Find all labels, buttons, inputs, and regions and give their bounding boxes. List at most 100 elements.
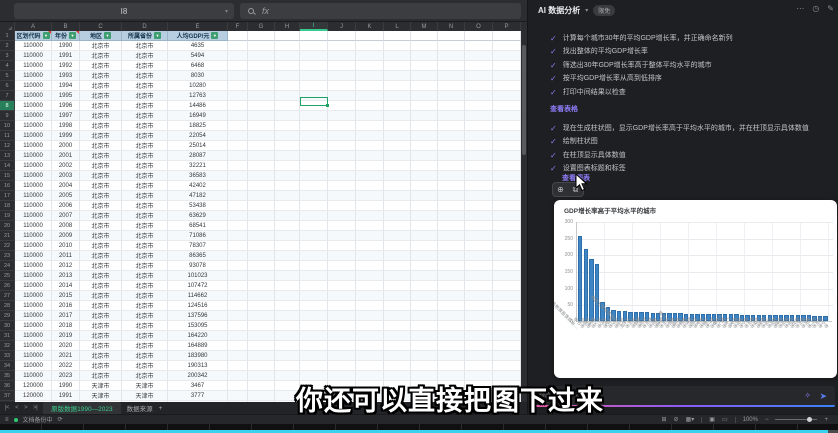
cell[interactable] — [300, 261, 328, 271]
cell[interactable] — [411, 51, 438, 61]
refresh-icon[interactable]: ⟳ — [58, 416, 63, 423]
cell[interactable]: 北京市 — [122, 251, 168, 261]
cell[interactable] — [493, 41, 521, 51]
cell[interactable] — [438, 181, 465, 191]
cell[interactable] — [356, 281, 384, 291]
cell[interactable] — [275, 171, 300, 181]
scrollbar-thumb[interactable] — [522, 45, 526, 155]
cell[interactable] — [465, 131, 493, 141]
cell[interactable] — [384, 171, 411, 181]
cell[interactable]: 86365 — [168, 251, 228, 261]
cell[interactable] — [384, 61, 411, 71]
cell[interactable]: 北京市 — [80, 261, 122, 271]
cell[interactable] — [356, 191, 384, 201]
cell[interactable] — [384, 341, 411, 351]
cell[interactable] — [438, 341, 465, 351]
cell[interactable] — [328, 261, 356, 271]
cell[interactable] — [356, 221, 384, 231]
cell[interactable] — [384, 251, 411, 261]
cell[interactable]: 北京市 — [122, 111, 168, 121]
cell[interactable]: 164220 — [168, 331, 228, 341]
cell[interactable] — [438, 211, 465, 221]
cell[interactable]: 北京市 — [80, 101, 122, 111]
row-header[interactable]: 32 — [0, 341, 15, 351]
cell[interactable] — [300, 301, 328, 311]
cell[interactable] — [248, 31, 275, 41]
cell[interactable]: 110000 — [15, 351, 52, 361]
cell[interactable] — [493, 311, 521, 321]
cell[interactable] — [356, 211, 384, 221]
column-title[interactable]: 年份 ▼ — [52, 31, 80, 41]
cell[interactable]: 北京市 — [122, 51, 168, 61]
cell[interactable] — [328, 341, 356, 351]
cell[interactable]: 2002 — [52, 161, 80, 171]
cell[interactable] — [328, 361, 356, 371]
cell[interactable] — [328, 151, 356, 161]
cell[interactable] — [438, 291, 465, 301]
cell[interactable] — [493, 221, 521, 231]
cell[interactable] — [328, 131, 356, 141]
cell[interactable] — [300, 171, 328, 181]
cell[interactable]: 110000 — [15, 331, 52, 341]
cell[interactable] — [438, 191, 465, 201]
cell[interactable] — [248, 201, 275, 211]
cell[interactable] — [411, 251, 438, 261]
cell[interactable] — [228, 101, 248, 111]
cell[interactable] — [300, 341, 328, 351]
cell[interactable]: 北京市 — [80, 231, 122, 241]
column-header-G[interactable]: G — [248, 22, 275, 31]
cell[interactable]: 北京市 — [122, 331, 168, 341]
cell[interactable] — [228, 121, 248, 131]
cell[interactable] — [356, 61, 384, 71]
cell[interactable]: 北京市 — [80, 51, 122, 61]
cell[interactable] — [411, 231, 438, 241]
row-header[interactable]: 23 — [0, 251, 15, 261]
cell[interactable] — [300, 161, 328, 171]
cell[interactable]: 天津市 — [80, 381, 122, 391]
cell[interactable] — [248, 371, 275, 381]
column-header-E[interactable]: E — [168, 22, 228, 31]
cell[interactable]: 北京市 — [80, 281, 122, 291]
cell[interactable] — [493, 31, 521, 41]
row-header[interactable]: 28 — [0, 301, 15, 311]
cell[interactable] — [384, 161, 411, 171]
cell[interactable] — [248, 281, 275, 291]
cell[interactable] — [384, 241, 411, 251]
cell[interactable] — [438, 41, 465, 51]
cell[interactable] — [300, 51, 328, 61]
cell[interactable] — [493, 171, 521, 181]
cell[interactable]: 北京市 — [122, 41, 168, 51]
cell[interactable]: 110000 — [15, 161, 52, 171]
cell[interactable] — [300, 111, 328, 121]
cell[interactable] — [275, 101, 300, 111]
cell[interactable]: 110000 — [15, 131, 52, 141]
cell[interactable] — [465, 61, 493, 71]
cell[interactable]: 110000 — [15, 141, 52, 151]
cell[interactable] — [248, 311, 275, 321]
row-header[interactable]: 19 — [0, 211, 15, 221]
column-header-H[interactable]: H — [275, 22, 300, 31]
cell[interactable]: 北京市 — [80, 291, 122, 301]
cell[interactable]: 1996 — [52, 101, 80, 111]
cell[interactable] — [328, 121, 356, 131]
cell[interactable] — [300, 41, 328, 51]
cell[interactable] — [300, 121, 328, 131]
cell[interactable] — [438, 231, 465, 241]
more-icon[interactable]: ⋯ — [796, 4, 804, 13]
cell[interactable]: 110000 — [15, 191, 52, 201]
column-header-F[interactable]: F — [228, 22, 248, 31]
cell[interactable] — [300, 151, 328, 161]
cell[interactable] — [275, 91, 300, 101]
row-header[interactable]: 21 — [0, 231, 15, 241]
cell[interactable] — [493, 251, 521, 261]
row-header[interactable]: 31 — [0, 331, 15, 341]
cell[interactable]: 110000 — [15, 271, 52, 281]
column-header-K[interactable]: K — [356, 22, 384, 31]
cell[interactable] — [300, 131, 328, 141]
cell[interactable]: 25014 — [168, 141, 228, 151]
cell[interactable] — [248, 191, 275, 201]
zoom-slider-knob[interactable] — [807, 417, 813, 422]
cell[interactable] — [300, 241, 328, 251]
cell[interactable] — [384, 331, 411, 341]
cell[interactable]: 78307 — [168, 241, 228, 251]
